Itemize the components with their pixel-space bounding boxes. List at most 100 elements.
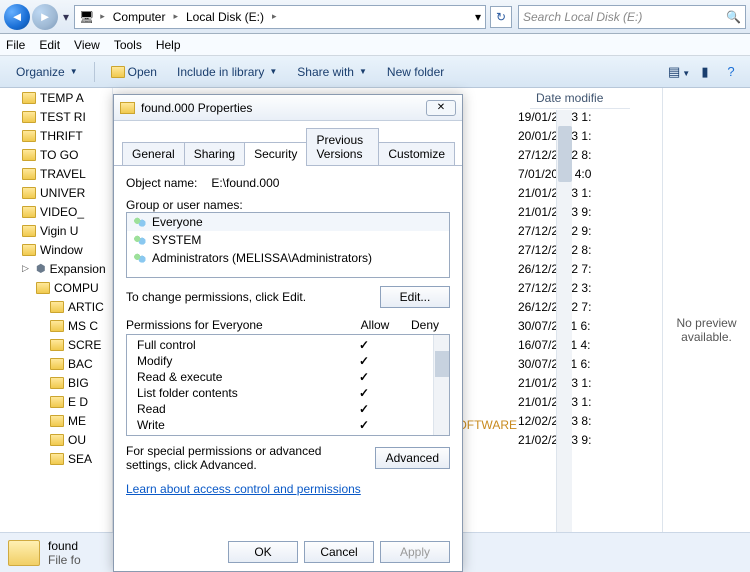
perm-row: List folder contents✓ [127,385,449,401]
scrollbar[interactable] [433,335,449,435]
refresh-button[interactable]: ↻ [490,6,512,28]
history-dropdown[interactable]: ▾ [60,10,72,24]
tree-item[interactable]: Window [22,240,112,259]
open-button[interactable]: Open [103,62,165,82]
apply-button[interactable]: Apply [380,541,450,563]
tree-label: Expansion [50,262,106,276]
menu-tools[interactable]: Tools [114,38,142,52]
dialog-buttons: OK Cancel Apply [228,541,450,563]
perm-allow: ✓ [339,354,389,368]
tree-item[interactable]: SEA [22,449,112,468]
folder-tree[interactable]: TEMP ATEST RI THRIFT TO GOTRAVELUNIVERVIDE… [0,88,113,572]
tree-item[interactable]: THRIFT [22,126,112,145]
perm-allow: ✓ [339,338,389,352]
folder-icon [50,434,64,446]
tree-item[interactable]: SCRE [22,335,112,354]
folder-icon [22,168,36,180]
tab-sharing[interactable]: Sharing [184,142,245,166]
perm-deny [389,338,439,352]
advanced-button[interactable]: Advanced [375,447,450,469]
tree-item[interactable]: MS C [22,316,112,335]
scroll-thumb[interactable] [435,351,449,377]
tree-item[interactable]: TEMP A [22,88,112,107]
tree-item[interactable]: UNIVER [22,183,112,202]
tree-item[interactable]: BAC [22,354,112,373]
column-date-modified[interactable]: Date modifie [530,88,630,109]
include-library-button[interactable]: Include in library▼ [169,62,285,82]
tree-label: SEA [68,452,92,466]
search-input[interactable]: Search Local Disk (E:) 🔍 [518,5,746,29]
breadcrumb-seg[interactable]: Local Disk (E:) [184,10,266,24]
user-item[interactable]: Administrators (MELISSA\Administrators) [127,249,449,267]
tree-item[interactable]: BIG [22,373,112,392]
tab-customize[interactable]: Customize [378,142,455,166]
help-button[interactable]: ? [720,64,742,79]
tree-item[interactable]: COMPU [22,278,112,297]
menu-help[interactable]: Help [156,38,181,52]
tab-security[interactable]: Security [244,142,307,166]
organize-button[interactable]: Organize▼ [8,62,86,82]
folder-icon [50,339,64,351]
back-button[interactable]: ◄ [4,4,30,30]
tree-item[interactable]: TO GO [22,145,112,164]
close-button[interactable]: ✕ [426,100,456,116]
preview-pane-button[interactable]: ▮ [694,64,716,80]
deny-header: Deny [400,318,450,332]
tab-general[interactable]: General [122,142,185,166]
tree-label: BIG [68,376,89,390]
user-label: Administrators (MELISSA\Administrators) [152,251,372,265]
learn-link[interactable]: Learn about access control and permissio… [126,482,361,496]
users-icon [133,252,147,264]
user-item[interactable]: Everyone [127,213,449,231]
scroll-thumb[interactable] [558,126,572,182]
tree-item[interactable]: TRAVEL [22,164,112,183]
tree-item[interactable]: Vigin U [22,221,112,240]
forward-button[interactable]: ► [32,4,58,30]
users-icon [133,216,147,228]
address-bar[interactable]: 🖥 ▸ Computer ▸ Local Disk (E:) ▸ ▾ [74,5,486,29]
users-listbox[interactable]: Everyone SYSTEM Administrators (MELISSA\Ad… [126,212,450,278]
address-dropdown[interactable]: ▾ [475,10,481,24]
group-users-label: Group or user names: [126,198,450,212]
perm-deny [389,418,439,432]
status-type: File fo [48,553,81,567]
dialog-titlebar[interactable]: found.000 Properties ✕ [114,95,462,121]
folder-icon [120,102,135,114]
tree-item[interactable]: ARTIC [22,297,112,316]
chevron-right-icon: ▸ [270,11,279,22]
folder-icon [50,358,64,370]
perm-name: Read [137,402,339,416]
perm-deny [389,402,439,416]
menu-view[interactable]: View [74,38,100,52]
folder-icon [50,301,64,313]
tree-item[interactable]: VIDEO_ [22,202,112,221]
tree-label: THRIFT [40,129,83,143]
folder-icon [22,149,36,161]
user-label: SYSTEM [152,233,201,247]
permissions-list[interactable]: Full control✓Modify✓Read & execute✓List … [126,334,450,436]
cancel-button[interactable]: Cancel [304,541,374,563]
perm-row: Full control✓ [127,337,449,353]
menu-edit[interactable]: Edit [39,38,60,52]
advanced-note: For special permissions or advanced sett… [126,444,375,472]
tree-item[interactable]: OU [22,430,112,449]
perm-allow: ✓ [339,370,389,384]
scrollbar[interactable] [556,110,572,570]
share-button[interactable]: Share with▼ [289,62,375,82]
folder-icon [50,396,64,408]
perm-row: Write✓ [127,417,449,433]
edit-button[interactable]: Edit... [380,286,450,308]
folder-icon [22,111,36,123]
menu-file[interactable]: File [6,38,25,52]
ok-button[interactable]: OK [228,541,298,563]
tree-item[interactable]: ME [22,411,112,430]
breadcrumb-seg[interactable]: Computer [111,10,168,24]
new-folder-button[interactable]: New folder [379,62,452,82]
tree-drive[interactable]: ▷⬢Expansion [22,259,112,278]
object-name-label: Object name: [126,176,197,190]
user-item[interactable]: SYSTEM [127,231,449,249]
tree-item[interactable]: TEST RI [22,107,112,126]
tree-item[interactable]: E D [22,392,112,411]
tab-previous-versions[interactable]: Previous Versions [306,128,379,166]
view-mode-button[interactable]: ▤▼ [668,64,690,80]
